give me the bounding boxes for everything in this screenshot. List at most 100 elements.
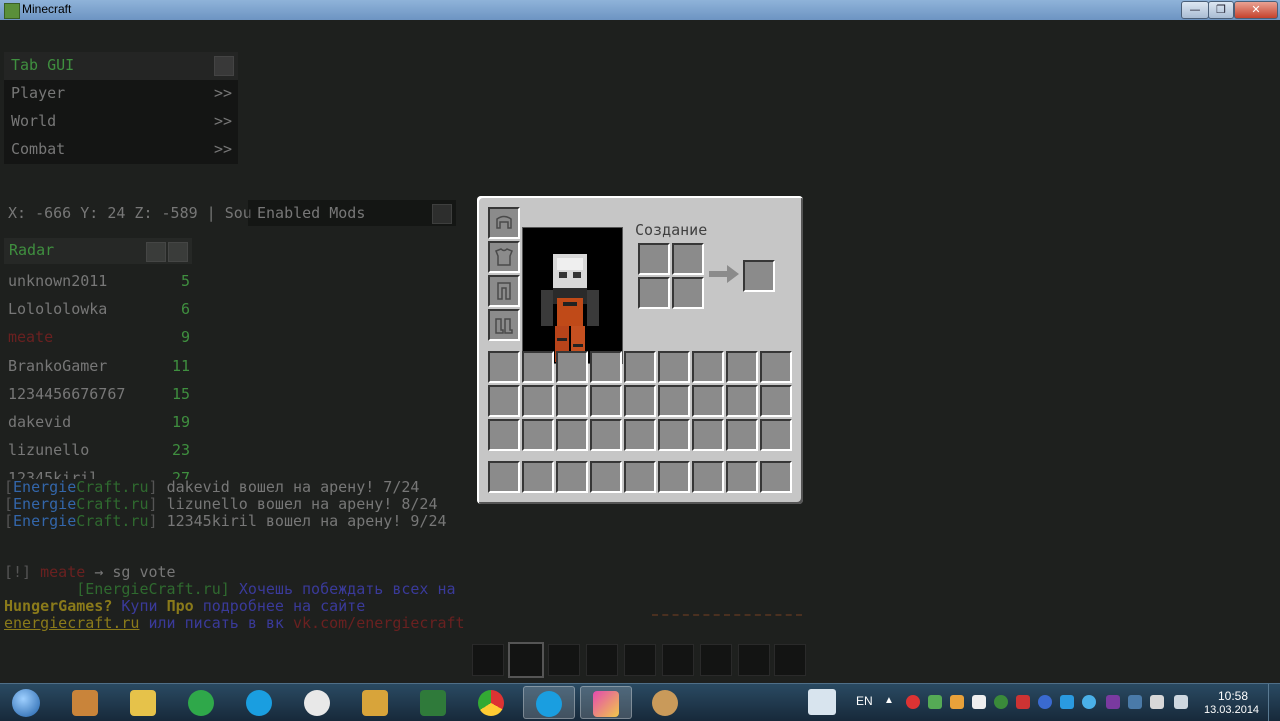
flag-icon[interactable]: [972, 695, 986, 709]
inventory-slot[interactable]: [760, 419, 792, 451]
notes-icon[interactable]: [808, 689, 836, 715]
hotbar-slot[interactable]: [548, 644, 580, 676]
armor-slot-leggings[interactable]: [488, 275, 520, 307]
inventory-hotbar-slot[interactable]: [624, 461, 656, 493]
taskbar-app-minecraft-launcher[interactable]: [60, 686, 110, 719]
inventory-slot[interactable]: [556, 419, 588, 451]
crafting-slot[interactable]: [638, 277, 670, 309]
tab-gui-item-combat[interactable]: Combat >>: [4, 136, 238, 164]
radar-toggle[interactable]: [168, 242, 188, 262]
language-indicator[interactable]: EN: [856, 694, 873, 708]
inventory-hotbar-slot[interactable]: [726, 461, 758, 493]
inventory-slot[interactable]: [760, 351, 792, 383]
inventory-slot[interactable]: [726, 385, 758, 417]
taskbar-app-skype-active[interactable]: [523, 686, 575, 719]
taskbar-app-yandex-browser[interactable]: [292, 686, 342, 719]
onenote-icon[interactable]: [1106, 695, 1120, 709]
taskbar-app-chrome[interactable]: [466, 686, 516, 719]
taskbar-app-bandicam[interactable]: [580, 686, 632, 719]
crafting-slot[interactable]: [638, 243, 670, 275]
hotbar-slot[interactable]: [700, 644, 732, 676]
tray-app-icon[interactable]: [994, 695, 1008, 709]
tab-gui-item-world[interactable]: World >>: [4, 108, 238, 136]
inventory-slot[interactable]: [624, 419, 656, 451]
close-button[interactable]: ✕: [1234, 1, 1278, 19]
maximize-button[interactable]: ❐: [1208, 1, 1234, 19]
inventory-slot[interactable]: [556, 351, 588, 383]
hotbar-slot[interactable]: [738, 644, 770, 676]
enabled-mods-toggle[interactable]: [432, 204, 452, 224]
volume-icon[interactable]: [1174, 695, 1188, 709]
start-button[interactable]: [2, 686, 54, 719]
inventory-hotbar-slot[interactable]: [556, 461, 588, 493]
inventory-slot[interactable]: [658, 385, 690, 417]
clock-date[interactable]: 13.03.2014: [1204, 704, 1259, 716]
inventory-slot[interactable]: [658, 419, 690, 451]
inventory-slot[interactable]: [760, 385, 792, 417]
inventory-slot[interactable]: [488, 385, 520, 417]
show-desktop-button[interactable]: [1268, 684, 1280, 721]
inventory-slot[interactable]: [488, 419, 520, 451]
taskbar-app-tool[interactable]: [350, 686, 400, 719]
hotbar-slot[interactable]: [624, 644, 656, 676]
inventory-slot[interactable]: [624, 351, 656, 383]
inventory-slot[interactable]: [726, 351, 758, 383]
inventory-slot[interactable]: [522, 419, 554, 451]
inventory-slot[interactable]: [488, 351, 520, 383]
inventory-slot[interactable]: [692, 351, 724, 383]
tab-gui-toggle[interactable]: [214, 56, 234, 76]
expand-arrow-icon: >>: [213, 140, 232, 158]
inventory-slot[interactable]: [726, 419, 758, 451]
taskbar-app-skype[interactable]: [234, 686, 284, 719]
inventory-slot[interactable]: [522, 351, 554, 383]
taskbar-app-radio[interactable]: [176, 686, 226, 719]
hotbar-slot[interactable]: [774, 644, 806, 676]
tray-app-icon[interactable]: [906, 695, 920, 709]
inventory-slot[interactable]: [590, 385, 622, 417]
armor-slot-helmet[interactable]: [488, 207, 520, 239]
inventory-slot[interactable]: [692, 419, 724, 451]
show-hidden-icons-icon[interactable]: ▲: [884, 695, 894, 706]
tray-app-icon[interactable]: [1082, 695, 1096, 709]
inventory-hotbar-slot[interactable]: [522, 461, 554, 493]
inventory-hotbar-slot[interactable]: [488, 461, 520, 493]
inventory-slot[interactable]: [556, 385, 588, 417]
inventory-slot[interactable]: [658, 351, 690, 383]
tray-app-icon[interactable]: [1150, 695, 1164, 709]
inventory-hotbar-slot[interactable]: [590, 461, 622, 493]
minimize-button[interactable]: —: [1181, 1, 1209, 19]
armor-slot-chestplate[interactable]: [488, 241, 520, 273]
crafting-result-slot[interactable]: [743, 260, 775, 292]
tray-app-icon[interactable]: [1016, 695, 1030, 709]
hotbar-slot[interactable]: [586, 644, 618, 676]
tray-app-icon[interactable]: [1060, 695, 1074, 709]
hotbar-slot[interactable]: [662, 644, 694, 676]
taskbar-app-excel[interactable]: [408, 686, 458, 719]
clock-time[interactable]: 10:58: [1218, 689, 1248, 703]
chat-link[interactable]: vk.com/energiecraft: [293, 614, 465, 632]
chat-link[interactable]: energiecraft.ru: [4, 614, 139, 632]
hotbar-slot-selected[interactable]: [508, 642, 544, 678]
taskbar-app-minecraft[interactable]: [640, 686, 690, 719]
game-viewport[interactable]: Tab GUI Player >> World >> Combat >> X: …: [0, 20, 1280, 683]
tray-app-icon[interactable]: [1038, 695, 1052, 709]
network-icon[interactable]: [1128, 695, 1142, 709]
inventory-slot[interactable]: [590, 419, 622, 451]
inventory-hotbar-slot[interactable]: [760, 461, 792, 493]
tab-gui-item-player[interactable]: Player >>: [4, 80, 238, 108]
inventory-slot[interactable]: [522, 385, 554, 417]
crafting-slot[interactable]: [672, 243, 704, 275]
inventory-slot[interactable]: [692, 385, 724, 417]
armor-slot-boots[interactable]: [488, 309, 520, 341]
crafting-slot[interactable]: [672, 277, 704, 309]
tray-app-icon[interactable]: [928, 695, 942, 709]
tray-app-icon[interactable]: [950, 695, 964, 709]
inventory-slot[interactable]: [624, 385, 656, 417]
radar-pin-toggle[interactable]: [146, 242, 166, 262]
inventory-slot[interactable]: [590, 351, 622, 383]
hotbar-slot[interactable]: [472, 644, 504, 676]
inventory-hotbar-slot[interactable]: [692, 461, 724, 493]
enabled-mods-title: Enabled Mods: [257, 204, 366, 222]
inventory-hotbar-slot[interactable]: [658, 461, 690, 493]
taskbar-app-explorer[interactable]: [118, 686, 168, 719]
